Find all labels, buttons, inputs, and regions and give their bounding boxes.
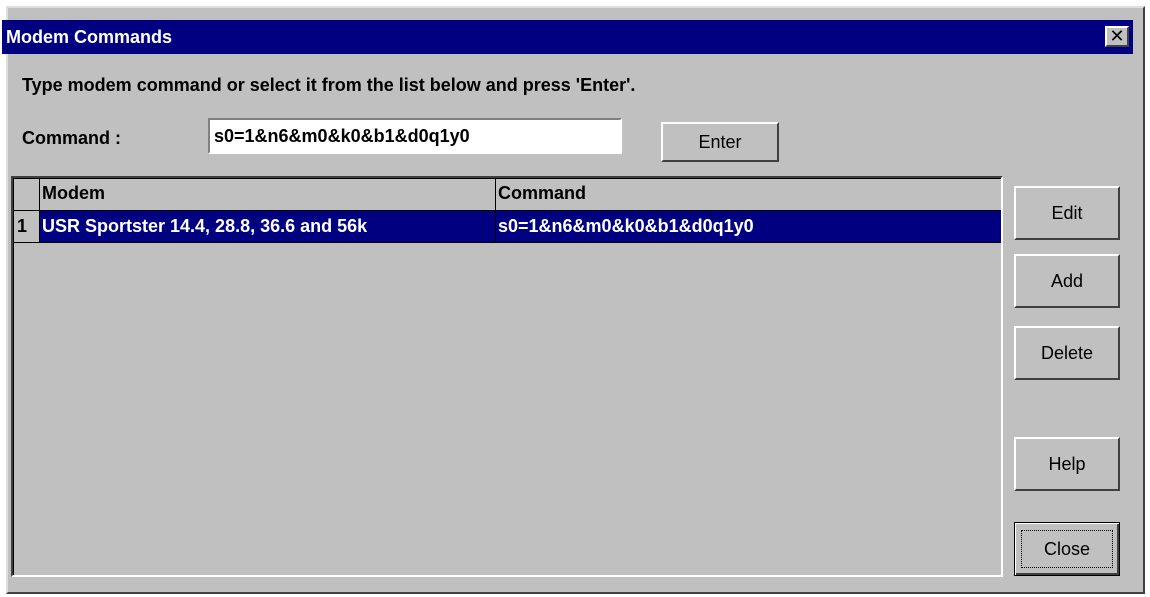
close-window-button[interactable]: ✕ (1105, 26, 1129, 47)
add-button[interactable]: Add (1014, 254, 1120, 308)
close-button-label: Close (1021, 530, 1113, 568)
delete-button[interactable]: Delete (1014, 326, 1120, 380)
row-number-header (14, 179, 40, 211)
command-input[interactable] (208, 118, 622, 154)
edit-button[interactable]: Edit (1014, 186, 1120, 240)
modem-table: Modem Command 1 USR Sportster 14.4, 28.8… (11, 176, 1003, 577)
cell-modem[interactable]: USR Sportster 14.4, 28.8, 36.6 and 56k (40, 211, 496, 243)
column-header-command[interactable]: Command (496, 179, 1001, 211)
command-label: Command : (22, 128, 121, 148)
close-button[interactable]: Close (1014, 522, 1120, 576)
title-bar: Modem Commands ✕ (2, 20, 1133, 54)
table-header: Modem Command (14, 179, 1001, 211)
close-icon: ✕ (1109, 26, 1125, 46)
modem-table-body: Modem Command 1 USR Sportster 14.4, 28.8… (13, 178, 1001, 575)
instruction-text: Type modem command or select it from the… (22, 75, 636, 95)
column-header-modem[interactable]: Modem (40, 179, 496, 211)
enter-button[interactable]: Enter (661, 122, 779, 162)
table-row[interactable]: 1 USR Sportster 14.4, 28.8, 36.6 and 56k… (14, 211, 1001, 243)
window-title: Modem Commands (6, 27, 173, 47)
cell-command[interactable]: s0=1&n6&m0&k0&b1&d0q1y0 (496, 211, 1001, 243)
row-number[interactable]: 1 (14, 211, 40, 243)
help-button[interactable]: Help (1014, 437, 1120, 491)
